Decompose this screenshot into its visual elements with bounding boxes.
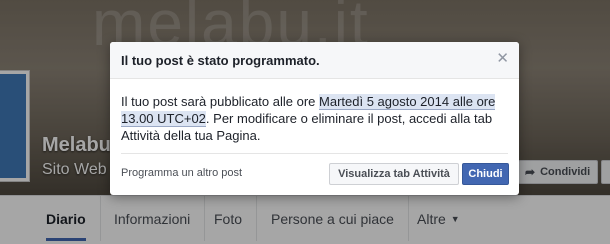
dialog-message: Il tuo post sarà pubblicato alle ore Mar… xyxy=(121,93,507,144)
close-icon[interactable]: ✕ xyxy=(496,51,509,66)
dialog-header: Il tuo post è stato programmato. ✕ xyxy=(110,42,519,79)
schedule-another-post-link[interactable]: Programma un altro post xyxy=(121,167,242,179)
dialog-title: Il tuo post è stato programmato. xyxy=(121,53,320,68)
facebook-page-view: melabu.it Melabu Sito Web ➦ Condividi Di… xyxy=(0,0,610,244)
dialog-divider xyxy=(121,153,508,154)
dialog-message-prefix: Il tuo post sarà pubblicato alle ore xyxy=(121,94,320,109)
view-activity-tab-button[interactable]: Visualizza tab Attività xyxy=(329,163,459,185)
close-button[interactable]: Chiudi xyxy=(462,163,509,185)
scheduled-post-dialog: Il tuo post è stato programmato. ✕ Il tu… xyxy=(110,42,519,195)
